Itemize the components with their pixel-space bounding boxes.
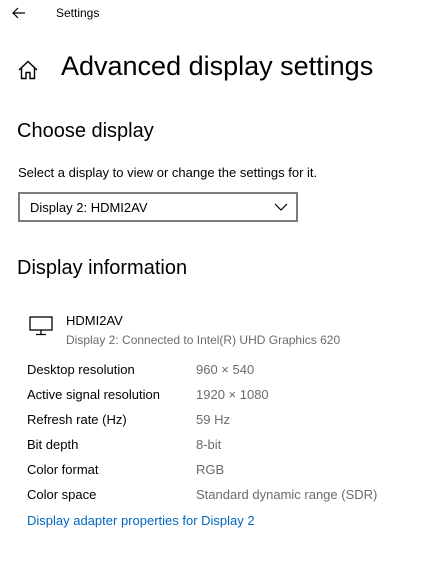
info-value: 1920 × 1080 bbox=[196, 387, 269, 402]
home-icon[interactable] bbox=[17, 59, 39, 81]
back-arrow-icon bbox=[12, 7, 25, 19]
info-label: Desktop resolution bbox=[27, 362, 135, 377]
info-row-bit-depth: Bit depth 8-bit bbox=[27, 437, 427, 462]
title-bar: Settings bbox=[0, 0, 445, 30]
info-value: RGB bbox=[196, 462, 225, 477]
info-row-color-format: Color format RGB bbox=[27, 462, 427, 487]
info-value: 960 × 540 bbox=[196, 362, 255, 377]
info-label: Active signal resolution bbox=[27, 387, 160, 402]
display-info-table: Desktop resolution 960 × 540 Active sign… bbox=[27, 362, 427, 512]
display-information-heading: Display information bbox=[17, 257, 188, 279]
info-label: Color space bbox=[27, 487, 97, 502]
display-connection-info: Display 2: Connected to Intel(R) UHD Gra… bbox=[66, 333, 341, 347]
display-adapter-properties-link[interactable]: Display adapter properties for Display 2 bbox=[27, 513, 255, 528]
monitor-icon bbox=[29, 316, 53, 336]
display-select-dropdown[interactable]: Display 2: HDMI2AV bbox=[18, 192, 298, 222]
info-row-active-signal-resolution: Active signal resolution 1920 × 1080 bbox=[27, 387, 427, 412]
choose-display-description: Select a display to view or change the s… bbox=[18, 165, 318, 180]
info-value: 8-bit bbox=[196, 437, 222, 452]
info-label: Color format bbox=[27, 462, 99, 477]
info-row-refresh-rate: Refresh rate (Hz) 59 Hz bbox=[27, 412, 427, 437]
display-name: HDMI2AV bbox=[66, 313, 123, 328]
info-value: 59 Hz bbox=[196, 412, 230, 427]
dropdown-selected-value: Display 2: HDMI2AV bbox=[30, 200, 148, 215]
settings-window: Settings Advanced display settings Choos… bbox=[0, 0, 445, 569]
info-row-color-space: Color space Standard dynamic range (SDR) bbox=[27, 487, 427, 512]
info-value: Standard dynamic range (SDR) bbox=[196, 487, 378, 502]
page-title: Advanced display settings bbox=[61, 51, 374, 81]
info-label: Refresh rate (Hz) bbox=[27, 412, 127, 427]
choose-display-heading: Choose display bbox=[17, 120, 154, 142]
app-title: Settings bbox=[56, 6, 100, 20]
info-label: Bit depth bbox=[27, 437, 79, 452]
back-button[interactable] bbox=[6, 2, 32, 24]
chevron-down-icon bbox=[274, 203, 288, 211]
info-row-desktop-resolution: Desktop resolution 960 × 540 bbox=[27, 362, 427, 387]
